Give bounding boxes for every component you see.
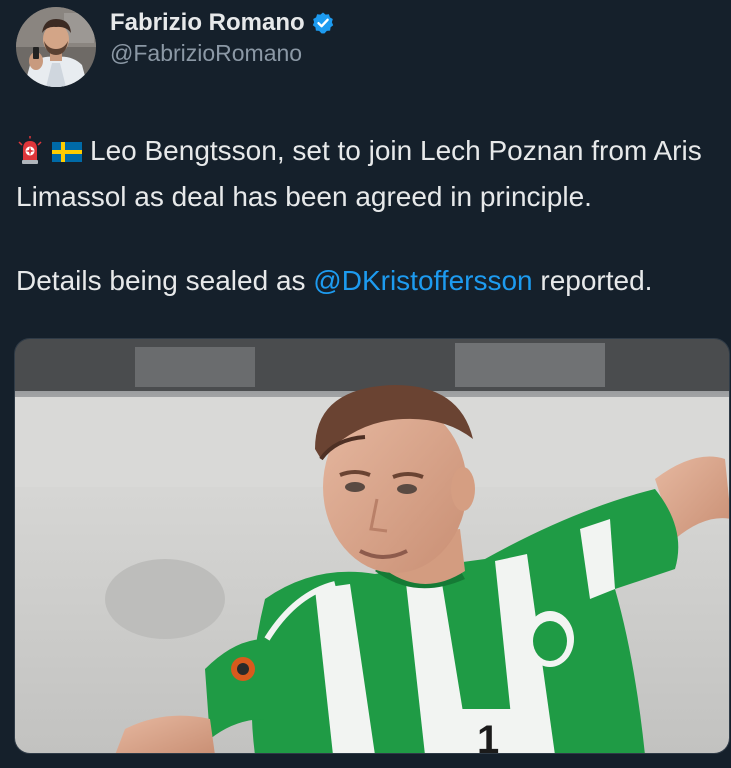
tweet-card: Fabrizio Romano @FabrizioRomano Leo Beng… (0, 0, 731, 768)
mention-link[interactable]: @DKristoffersson (313, 265, 532, 296)
tweet-body: Leo Bengtsson, set to join Lech Poznan f… (16, 130, 728, 302)
name-row: Fabrizio Romano (110, 8, 335, 38)
tweet-text-line-2-before: Details being sealed as (16, 265, 314, 296)
tweet-text-line-1: Leo Bengtsson, set to join Lech Poznan f… (16, 135, 702, 212)
tweet-paragraph-2: Details being sealed as @DKristoffersson… (16, 260, 728, 302)
sweden-flag-icon (52, 134, 82, 176)
rotating-light-icon (16, 134, 44, 176)
svg-text:1: 1 (477, 718, 499, 754)
author-handle[interactable]: @FabrizioRomano (110, 38, 335, 68)
author-avatar[interactable] (16, 7, 96, 87)
tweet-header: Fabrizio Romano @FabrizioRomano (16, 6, 335, 88)
football-player-photo-icon: 1 (15, 339, 729, 754)
tweet-paragraph-1: Leo Bengtsson, set to join Lech Poznan f… (16, 130, 728, 218)
tweet-media-photo[interactable]: 1 (14, 338, 730, 754)
author-identity: Fabrizio Romano @FabrizioRomano (110, 8, 335, 68)
profile-photo-avatar-icon (16, 7, 96, 87)
verified-badge-icon (311, 11, 335, 35)
author-display-name[interactable]: Fabrizio Romano (110, 8, 305, 38)
tweet-text-line-2-after: reported. (532, 265, 653, 296)
